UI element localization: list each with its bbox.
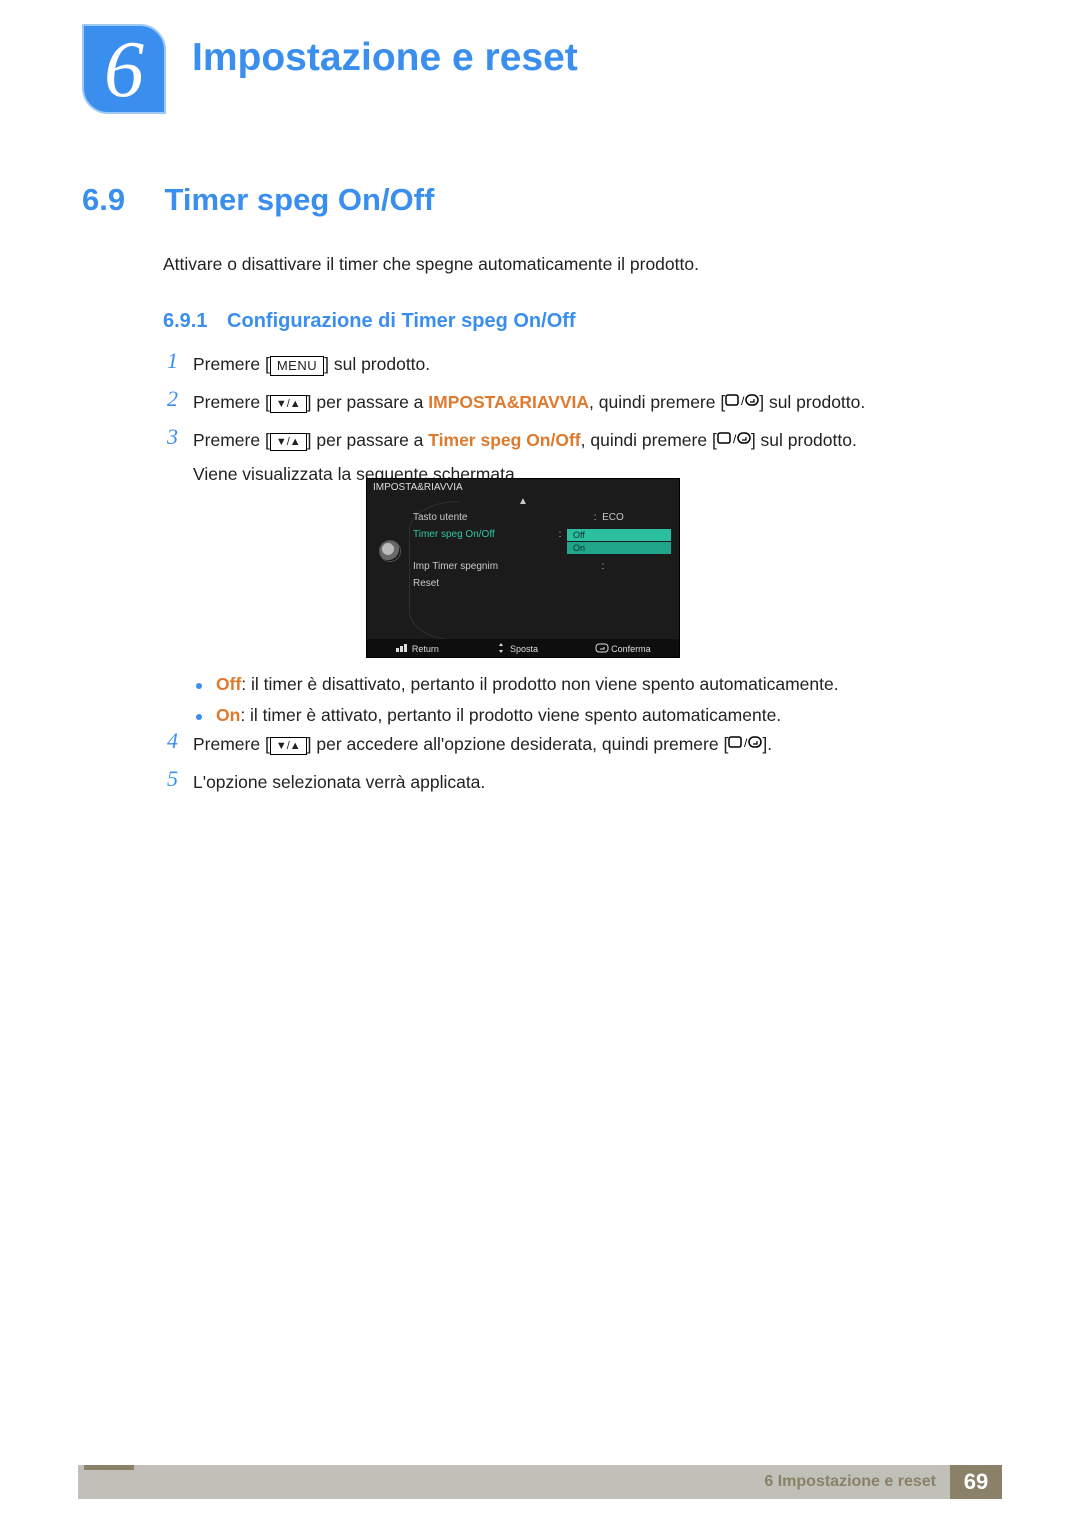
step-body: Premere [▼/▲] per passare a IMPOSTA&RIAV… (193, 388, 997, 416)
osd-option: Off (567, 529, 671, 541)
step-number: 3 (167, 426, 193, 448)
subsection-heading: 6.9.1 Configurazione di Timer speg On/Of… (163, 310, 576, 333)
step-body: Premere [MENU] sul prodotto. (193, 350, 997, 378)
footer-accent (84, 1465, 134, 1470)
bullet-dot-icon (196, 714, 202, 720)
step-number: 2 (167, 388, 193, 410)
bullet-item: On: il timer è attivato, pertanto il pro… (196, 705, 966, 726)
step-2: 2 Premere [▼/▲] per passare a IMPOSTA&RI… (167, 388, 997, 416)
step-number: 5 (167, 768, 193, 790)
section-title: Timer speg On/Off (164, 182, 434, 217)
page-footer: 6 Impostazione e reset 69 (78, 1465, 1002, 1499)
section-intro: Attivare o disattivare il timer che speg… (163, 254, 699, 275)
chapter-number-tab: 6 (82, 24, 166, 114)
step-body: Premere [▼/▲] per accedere all'opzione d… (193, 730, 997, 758)
step-body: L'opzione selezionata verrà applicata. (193, 768, 997, 796)
osd-screenshot: IMPOSTA&RIAVVIA ▲ Tasto utente : ECO Tim… (366, 478, 680, 658)
osd-footer-move: Sposta (495, 643, 538, 654)
chapter-number: 6 (104, 26, 144, 114)
section-number: 6.9 (82, 182, 160, 218)
osd-item-value: ECO (602, 512, 624, 523)
osd-title: IMPOSTA&RIAVVIA (367, 479, 679, 496)
keyword: On (216, 705, 240, 725)
keyword: IMPOSTA&RIAVVIA (428, 392, 589, 412)
menu-button-icon: MENU (270, 356, 324, 376)
chapter-title: Impostazione e reset (192, 36, 578, 80)
select-enter-icon: / (725, 393, 759, 407)
osd-footer-return: Return (395, 643, 439, 654)
bullet-item: Off: il timer è disattivato, pertanto il… (196, 674, 966, 695)
select-enter-icon: / (717, 431, 751, 445)
osd-footer: Return Sposta Conferma (367, 639, 679, 657)
osd-arc-decoration (409, 501, 459, 641)
step-body: Premere [▼/▲] per passare a Timer speg O… (193, 426, 997, 454)
osd-option: On (567, 542, 671, 554)
bullet-dot-icon (196, 683, 202, 689)
updown-button-icon: ▼/▲ (270, 395, 307, 413)
svg-text:/: / (733, 432, 737, 445)
svg-text:/: / (741, 394, 745, 407)
step-3: 3 Premere [▼/▲] per passare a Timer speg… (167, 426, 997, 454)
keyword: Timer speg On/Off (428, 430, 580, 450)
osd-arrow-up-icon: ▲ (367, 496, 679, 507)
footer-label: 6 Impostazione e reset (764, 1473, 936, 1491)
steps-list-cont: 4 Premere [▼/▲] per accedere all'opzione… (167, 730, 997, 806)
osd-category-icon (367, 507, 413, 594)
osd-option-dropdown: Off On (567, 529, 671, 555)
section-heading: 6.9 Timer speg On/Off (82, 182, 434, 218)
updown-button-icon: ▼/▲ (270, 433, 307, 451)
step-5: 5 L'opzione selezionata verrà applicata. (167, 768, 997, 796)
step-number: 1 (167, 350, 193, 372)
osd-footer-confirm: Conferma (595, 643, 651, 654)
svg-text:/: / (744, 736, 748, 749)
keyword: Off (216, 674, 241, 694)
select-enter-icon: / (728, 735, 762, 749)
subsection-title: Configurazione di Timer speg On/Off (227, 310, 576, 332)
gear-icon (380, 541, 400, 561)
sub-bullets: Off: il timer è disattivato, pertanto il… (196, 670, 966, 736)
step-number: 4 (167, 730, 193, 752)
step-1: 1 Premere [MENU] sul prodotto. (167, 350, 997, 378)
steps-list: 1 Premere [MENU] sul prodotto. 2 Premere… (167, 350, 997, 499)
step-4: 4 Premere [▼/▲] per accedere all'opzione… (167, 730, 997, 758)
updown-button-icon: ▼/▲ (270, 737, 307, 755)
subsection-number: 6.9.1 (163, 310, 207, 333)
page-number: 69 (950, 1465, 1002, 1499)
